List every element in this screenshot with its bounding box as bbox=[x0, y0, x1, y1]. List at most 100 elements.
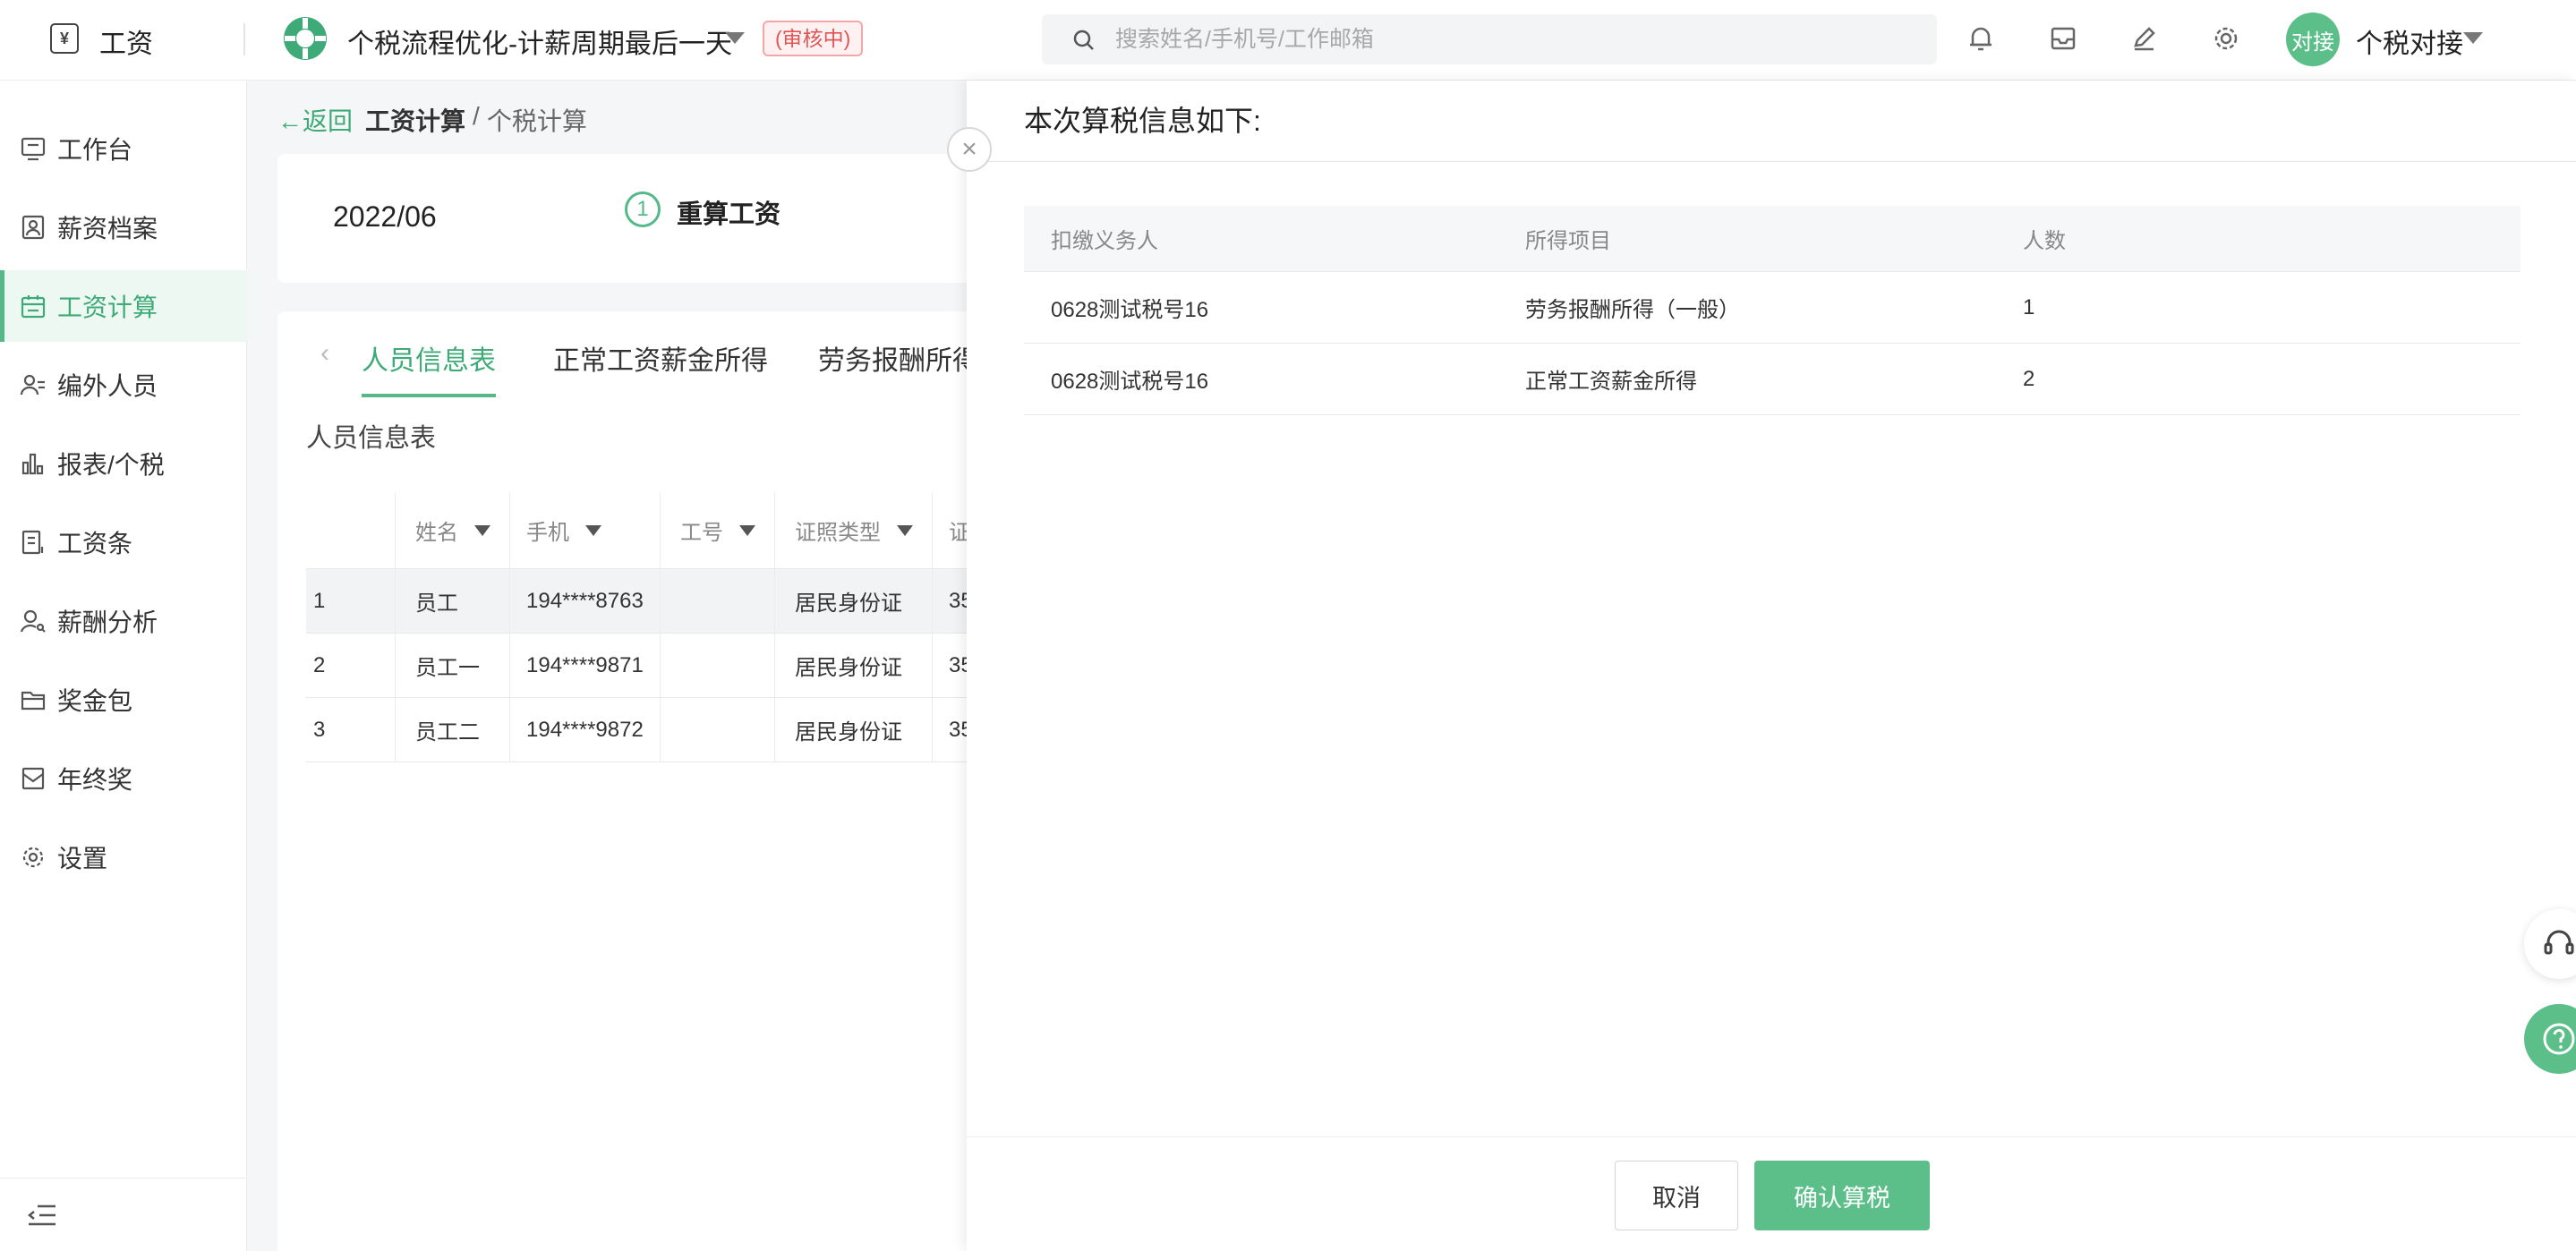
profile-icon bbox=[21, 215, 45, 240]
headcount: 1 bbox=[2023, 294, 2035, 319]
back-link[interactable]: ←返回 bbox=[277, 102, 353, 138]
user-list-icon bbox=[20, 374, 45, 396]
tab-personnel-info[interactable]: 人员信息表 bbox=[362, 338, 496, 378]
confirm-tax-button[interactable]: 确认算税 bbox=[1754, 1161, 1930, 1230]
row-index: 1 bbox=[306, 569, 396, 633]
active-tab-indicator bbox=[362, 394, 496, 397]
breadcrumb-current[interactable]: 工资计算 bbox=[365, 102, 465, 138]
edit-icon[interactable] bbox=[2127, 21, 2161, 55]
collapse-sidebar-icon[interactable] bbox=[27, 1202, 57, 1229]
sidebar-item-payslip[interactable]: 工资条 bbox=[0, 506, 247, 578]
header-withholding-agent: 扣缴义务人 bbox=[1051, 229, 1158, 253]
user-name[interactable]: 个税对接 bbox=[2356, 21, 2463, 61]
table-header-cell[interactable]: 手机 bbox=[510, 492, 661, 568]
sidebar-item-label: 薪酬分析 bbox=[57, 608, 158, 636]
inbox-icon[interactable] bbox=[2046, 21, 2080, 55]
header-headcount: 人数 bbox=[2023, 229, 2066, 253]
cancel-button[interactable]: 取消 bbox=[1615, 1161, 1738, 1230]
gear-icon bbox=[22, 847, 44, 868]
close-icon: × bbox=[961, 134, 977, 164]
table-row[interactable]: 1 员工 194****8763 居民身份证 35 bbox=[306, 569, 1004, 634]
filter-caret-icon[interactable] bbox=[897, 524, 913, 536]
step-label[interactable]: 重算工资 bbox=[677, 193, 780, 231]
project-name[interactable]: 个税流程优化-计薪周期最后一天 bbox=[347, 21, 732, 61]
employee-name: 员工二 bbox=[396, 698, 510, 762]
id-type: 居民身份证 bbox=[775, 634, 933, 697]
payroll-period: 2022/06 bbox=[333, 200, 437, 233]
avatar[interactable]: 对接 bbox=[2286, 13, 2340, 66]
filter-caret-icon[interactable] bbox=[585, 524, 601, 536]
table-row[interactable]: 3 员工二 194****9872 居民身份证 35 bbox=[306, 698, 1004, 762]
sidebar-item-label: 报表/个税 bbox=[57, 451, 165, 479]
drawer-close-button[interactable]: × bbox=[947, 127, 992, 172]
help-question-icon bbox=[2543, 1023, 2575, 1055]
sidebar-item-year-end-bonus[interactable]: 年终奖 bbox=[0, 743, 247, 814]
income-item: 正常工资薪金所得 bbox=[1525, 370, 1697, 394]
search-input[interactable]: 搜索姓名/手机号/工作邮箱 bbox=[1042, 14, 1937, 64]
employee-phone: 194****9872 bbox=[510, 698, 661, 762]
status-badge: (审核中) bbox=[763, 21, 864, 56]
headcount: 2 bbox=[2023, 366, 2035, 391]
tab-bar: ‹ 人员信息表 正常工资薪金所得 劳务报酬所得 bbox=[277, 311, 1002, 397]
id-type: 居民身份证 bbox=[775, 698, 933, 762]
table-header-cell[interactable]: 姓名 bbox=[396, 492, 510, 568]
sidebar-item-label: 设置 bbox=[57, 845, 108, 872]
user-dropdown-caret-icon[interactable] bbox=[2463, 32, 2483, 44]
sidebar-item-salary-profile[interactable]: 薪资档案 bbox=[0, 191, 247, 263]
top-bar: ¥ 工资 个税流程优化-计薪周期最后一天 (审核中) 搜索姓名/手机号/工作邮箱… bbox=[0, 0, 2576, 81]
filter-caret-icon[interactable] bbox=[474, 524, 490, 536]
table-header-cell bbox=[306, 492, 396, 568]
employee-phone: 194****8763 bbox=[510, 569, 661, 633]
top-divider bbox=[243, 23, 245, 55]
sidebar-item-compensation-analysis[interactable]: 薪酬分析 bbox=[0, 585, 247, 657]
sidebar-item-bonus-pool[interactable]: 奖金包 bbox=[0, 664, 247, 736]
tab-regular-salary[interactable]: 正常工资薪金所得 bbox=[553, 338, 768, 378]
sidebar-item-settings[interactable]: 设置 bbox=[0, 821, 247, 893]
table-header-cell[interactable]: 工号 bbox=[661, 492, 775, 568]
filter-caret-icon[interactable] bbox=[739, 524, 755, 536]
drawer-footer: 取消 确认算税 bbox=[967, 1136, 2576, 1251]
tax-table-header-row: 扣缴义务人 所得项目 人数 bbox=[1024, 206, 2521, 272]
gear-icon[interactable] bbox=[2209, 21, 2243, 55]
drawer-title: 本次算税信息如下: bbox=[1024, 105, 1261, 137]
employee-id bbox=[661, 634, 775, 697]
table-header-row: 姓名 手机 工号 证照类型 证 bbox=[306, 492, 1004, 569]
payroll-app-icon[interactable]: ¥ bbox=[50, 23, 79, 54]
sidebar-item-reports-tax[interactable]: 报表/个税 bbox=[0, 428, 247, 499]
breadcrumb-sub: 个税计算 bbox=[486, 107, 587, 135]
period-card: 2022/06 1 重算工资 bbox=[277, 154, 1002, 283]
sidebar-item-label: 奖金包 bbox=[57, 687, 133, 715]
tab-labor-remuneration[interactable]: 劳务报酬所得 bbox=[818, 338, 979, 378]
envelope-icon bbox=[21, 767, 45, 790]
table-header-cell[interactable]: 证照类型 bbox=[775, 492, 933, 568]
app-name[interactable]: 工资 bbox=[99, 21, 153, 61]
header-label: 姓名 bbox=[415, 521, 458, 545]
withholding-agent: 0628测试税号16 bbox=[1051, 298, 1209, 322]
sidebar-item-payroll-calc[interactable]: 工资计算 bbox=[0, 270, 247, 342]
search-placeholder: 搜索姓名/手机号/工作邮箱 bbox=[1115, 27, 1374, 52]
bell-icon[interactable] bbox=[1964, 21, 1998, 55]
project-dropdown-caret-icon[interactable] bbox=[725, 32, 745, 44]
header-income-item: 所得项目 bbox=[1525, 229, 1611, 253]
table-row[interactable]: 2 员工一 194****9871 居民身份证 35 bbox=[306, 634, 1004, 698]
sidebar-item-external-staff[interactable]: 编外人员 bbox=[0, 349, 247, 421]
header-label: 证照类型 bbox=[795, 521, 881, 545]
step-number: 1 bbox=[625, 191, 661, 227]
project-logo-icon bbox=[284, 17, 327, 60]
breadcrumb-separator: / bbox=[473, 102, 480, 130]
row-index: 3 bbox=[306, 698, 396, 762]
breadcrumb: ←返回 工资计算 / 个税计算 bbox=[277, 102, 587, 138]
employee-name: 员工 bbox=[396, 569, 510, 633]
tab-prev-chevron-icon[interactable]: ‹ bbox=[320, 338, 329, 369]
headset-icon bbox=[2544, 930, 2574, 955]
id-type: 居民身份证 bbox=[775, 569, 933, 633]
desktop-icon bbox=[21, 137, 46, 161]
sidebar: 工作台 薪资档案 工资计算 编外人员 报表/个税 工资条 薪酬分析 奖金包 年终… bbox=[0, 81, 247, 1251]
sidebar-item-label: 编外人员 bbox=[57, 372, 158, 400]
section-title: 人员信息表 bbox=[306, 424, 437, 453]
sidebar-item-workbench[interactable]: 工作台 bbox=[0, 113, 247, 184]
content-card: ‹ 人员信息表 正常工资薪金所得 劳务报酬所得 人员信息表 姓名 手机 工号 证… bbox=[277, 311, 1004, 1251]
sidebar-item-label: 薪资档案 bbox=[57, 215, 158, 243]
user-search-icon bbox=[20, 609, 46, 633]
sidebar-item-label: 工资条 bbox=[57, 530, 133, 557]
